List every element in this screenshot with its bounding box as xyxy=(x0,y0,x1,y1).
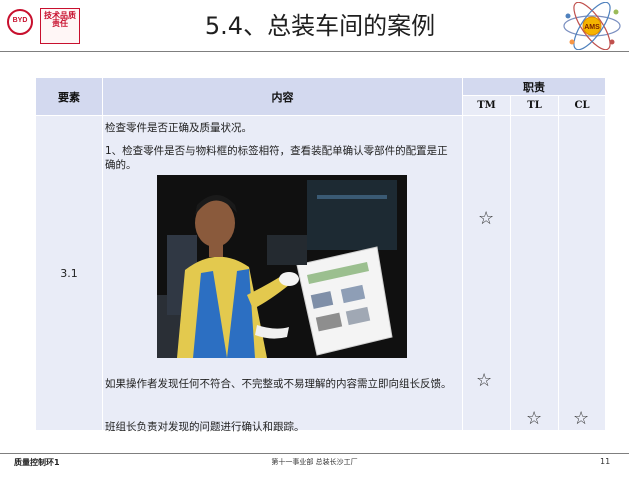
content-line-2: 1、检查零件是否与物料框的标签相符，查看装配单确认零部件的配置是正确的。 xyxy=(105,145,448,171)
col-header-duty: 职责 xyxy=(461,77,607,96)
role-tm: TM xyxy=(462,95,511,116)
ams-logo-text: AMS xyxy=(584,24,600,31)
tm-star-icon: ☆ xyxy=(476,370,493,391)
footer-department: 第十一事业部 总装长沙工厂 xyxy=(271,458,358,466)
slide-header: BYD 技术品质责任 5.4、总装车间的案例 AMS xyxy=(0,0,629,52)
content-line-1: 检查零件是否正确及质量状况。 xyxy=(105,122,252,134)
role-cl: CL xyxy=(557,95,607,116)
col-header-content: 内容 xyxy=(102,77,463,116)
ams-atom-logo: AMS xyxy=(563,2,621,50)
content-line-4: 班组长负责对发现的问题进行确认和跟踪。 xyxy=(105,421,305,433)
header-divider xyxy=(0,51,629,52)
content-cell: 检查零件是否正确及质量状况。 1、检查零件是否与物料框的标签相符，查看装配单确认… xyxy=(102,115,463,433)
slide-title: 5.4、总装车间的案例 xyxy=(204,12,436,40)
role-tl: TL xyxy=(510,95,559,116)
byd-logo: BYD xyxy=(7,9,33,35)
quality-seal-logo: 技术品质责任 xyxy=(40,8,80,44)
duty-table: 要素 内容 职责 TM TL CL 3.1 检查零件是否正确及质量状况。 1、检… xyxy=(35,77,607,433)
page-number: 11 xyxy=(600,457,611,466)
tm-duty-cell: ☆ ☆ xyxy=(462,115,511,431)
element-id: 3.1 xyxy=(35,115,103,431)
cl-star-icon: ☆ xyxy=(573,408,590,429)
tl-duty-cell: ☆ xyxy=(510,115,559,431)
cl-duty-cell: ☆ xyxy=(557,115,607,431)
content-line-3: 如果操作者发现任何不符合、不完整或不易理解的内容需立即向组长反馈。 xyxy=(105,378,452,390)
tl-star-icon: ☆ xyxy=(526,408,543,429)
byd-logo-text: BYD xyxy=(12,17,28,24)
col-header-element: 要素 xyxy=(35,77,103,116)
footer-divider xyxy=(0,453,629,454)
operator-photo-illustration xyxy=(157,175,407,358)
tm-star-icon: ☆ xyxy=(478,208,495,229)
seal-text: 技术品质责任 xyxy=(44,10,76,28)
operator-photo xyxy=(157,175,407,358)
